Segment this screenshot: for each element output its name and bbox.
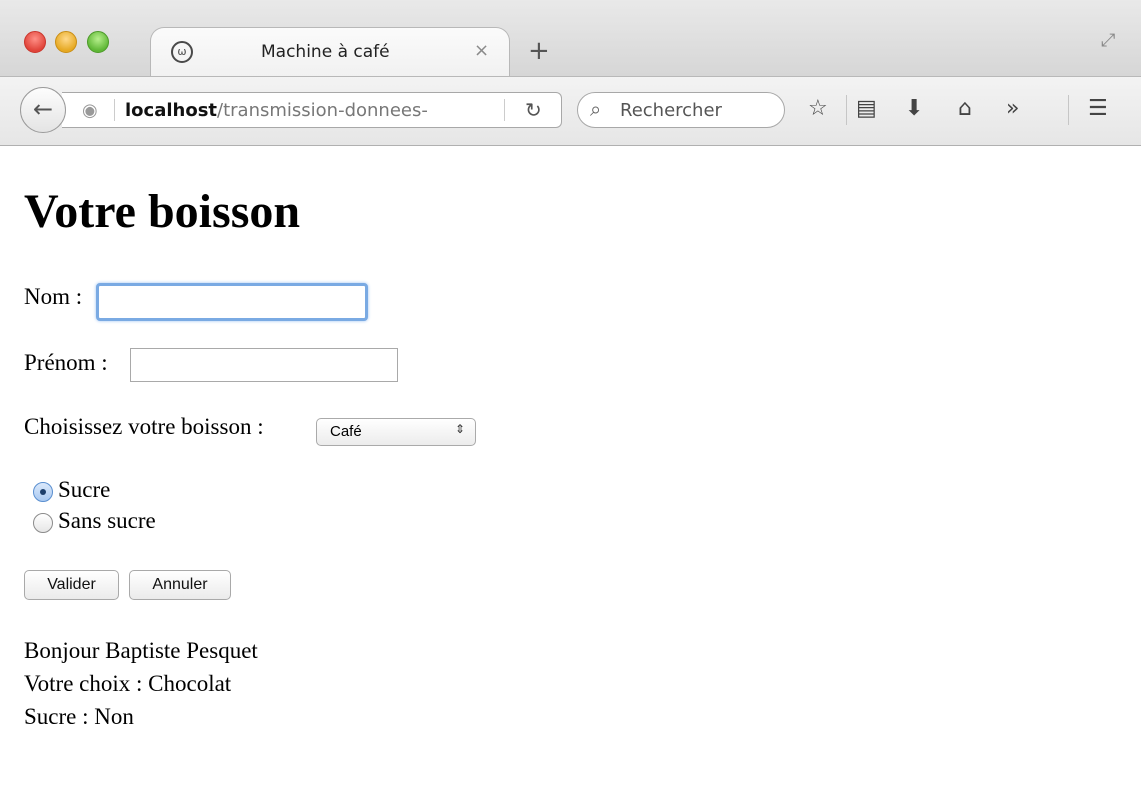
tab-machine-a-cafe[interactable]: ω Machine à café ×: [150, 27, 510, 77]
prenom-label: Prénom :: [24, 350, 108, 375]
minimize-window-button[interactable]: [55, 31, 77, 53]
reading-list-icon[interactable]: ▤: [856, 97, 877, 121]
reload-icon[interactable]: ↻: [525, 98, 542, 122]
close-window-button[interactable]: [24, 31, 46, 53]
radio-sucre[interactable]: [33, 482, 53, 502]
favicon-icon: ω: [171, 41, 193, 63]
result-greeting: Bonjour Baptiste Pesquet: [24, 638, 258, 663]
navigation-bar: ◉ localhost/transmission-donnees- ↻ ← ⌕ …: [0, 76, 1141, 146]
boisson-selected-value: Café: [330, 423, 362, 440]
tab-title: Machine à café: [261, 42, 390, 62]
tab-close-icon[interactable]: ×: [474, 40, 489, 61]
boisson-select[interactable]: Café ⇕: [316, 418, 476, 446]
toolbar-divider: [1068, 95, 1069, 125]
download-icon[interactable]: ⬇: [905, 97, 923, 121]
radio-sans-sucre[interactable]: [33, 513, 53, 533]
radio-sucre-label: Sucre: [58, 477, 111, 502]
zoom-window-button[interactable]: [87, 31, 109, 53]
home-icon[interactable]: ⌂: [958, 97, 972, 121]
star-icon[interactable]: ☆: [808, 97, 828, 121]
result-choice: Votre choix : Chocolat: [24, 671, 232, 696]
radio-sans-sucre-label: Sans sucre: [58, 508, 156, 533]
search-icon: ⌕: [590, 97, 602, 121]
prenom-input[interactable]: [130, 348, 398, 382]
url-divider: [114, 99, 115, 121]
radio-dot: [40, 489, 46, 495]
fullscreen-icon[interactable]: ⤢: [1101, 30, 1115, 51]
globe-icon: ◉: [82, 100, 98, 121]
page-content: Votre boisson Nom : Prénom : Choisissez …: [0, 146, 1141, 787]
nom-label: Nom :: [24, 284, 83, 309]
search-placeholder: Rechercher: [620, 100, 722, 121]
search-bar[interactable]: ⌕ Rechercher: [577, 92, 785, 128]
browser-window: ω Machine à café × + ⤢ ◉ localhost/trans…: [0, 0, 1141, 787]
back-button[interactable]: ←: [20, 87, 66, 133]
tab-strip: ω Machine à café × + ⤢: [0, 0, 1141, 77]
back-arrow-icon: ←: [32, 95, 54, 123]
menu-icon[interactable]: ☰: [1088, 97, 1108, 121]
url-path: /transmission-donnees-: [217, 100, 428, 121]
new-tab-button[interactable]: +: [528, 38, 550, 64]
valider-button[interactable]: Valider: [24, 570, 119, 600]
url-divider-right: [504, 99, 505, 121]
page-title: Votre boisson: [24, 185, 301, 238]
annuler-button[interactable]: Annuler: [129, 570, 231, 600]
select-arrows-icon: ⇕: [454, 422, 465, 436]
overflow-icon[interactable]: »: [1006, 97, 1019, 121]
toolbar-divider: [846, 95, 847, 125]
url-text[interactable]: localhost/transmission-donnees-: [125, 100, 428, 121]
nom-input[interactable]: [96, 283, 368, 321]
result-sugar: Sucre : Non: [24, 704, 134, 729]
boisson-label: Choisissez votre boisson :: [24, 414, 264, 439]
url-bar[interactable]: ◉ localhost/transmission-donnees- ↻: [62, 92, 562, 128]
url-host: localhost: [125, 100, 218, 121]
